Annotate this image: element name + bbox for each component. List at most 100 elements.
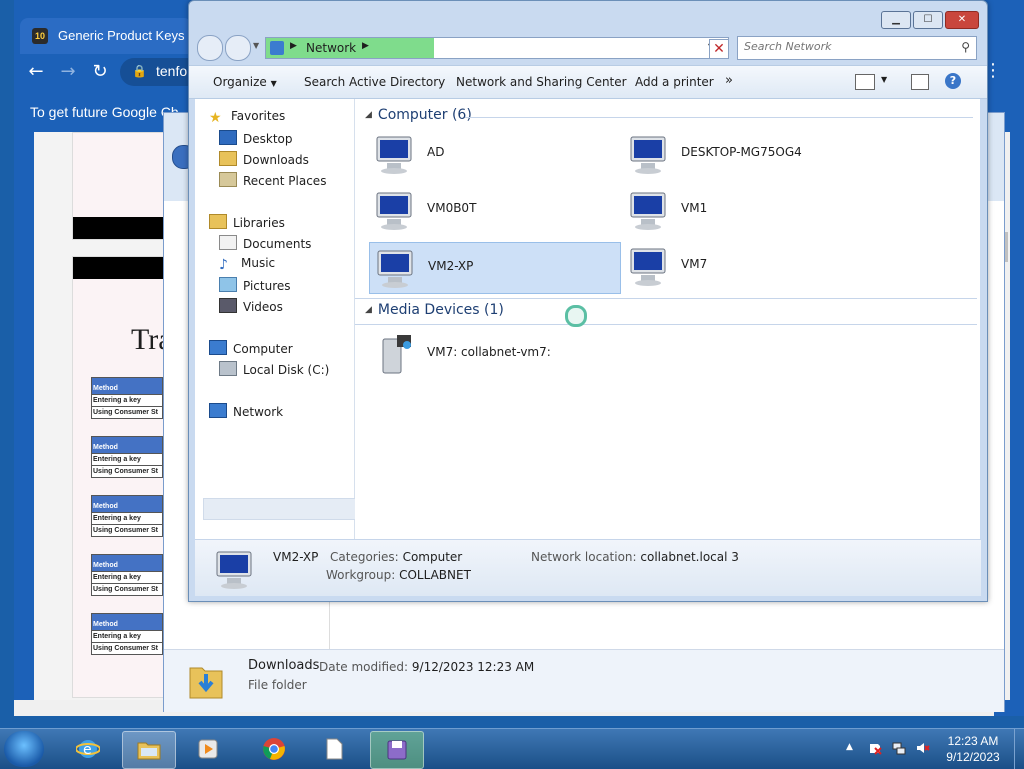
search-box[interactable]: ⚲ bbox=[737, 36, 977, 60]
nav-recent-places[interactable]: Recent Places bbox=[219, 172, 326, 188]
nav-libraries[interactable]: Libraries bbox=[209, 214, 285, 230]
computer-name: VM2-XP bbox=[428, 259, 474, 273]
videos-icon bbox=[219, 298, 237, 313]
taskbar-media-player[interactable] bbox=[182, 731, 234, 767]
recent-places-icon bbox=[219, 172, 237, 187]
breadcrumb-arrow-icon[interactable]: ▶ bbox=[290, 41, 297, 51]
doc-table: Method Entering a key Using Consumer St bbox=[91, 377, 163, 419]
date-modified: Date modified: 9/12/2023 12:23 AM bbox=[319, 660, 535, 674]
selected-item-name: Downloads bbox=[248, 658, 320, 673]
pictures-icon bbox=[219, 277, 237, 292]
search-input[interactable] bbox=[744, 40, 944, 53]
folder-icon bbox=[137, 742, 161, 760]
desktop-icon bbox=[219, 130, 237, 145]
volume-muted-icon[interactable] bbox=[916, 741, 930, 755]
content-pane: ◢ Computer (6) AD DESKTOP-MG75OG4 VM0B0T … bbox=[355, 99, 980, 539]
taskbar-chrome[interactable] bbox=[248, 731, 300, 767]
drive-icon bbox=[219, 361, 237, 376]
media-device-icon[interactable] bbox=[377, 333, 417, 377]
action-center-icon[interactable] bbox=[868, 741, 882, 755]
search-active-directory-button[interactable]: Search Active Directory bbox=[304, 75, 445, 89]
computer-item[interactable]: VM0B0T bbox=[369, 185, 619, 235]
group-header-computer[interactable]: ◢ Computer (6) bbox=[365, 107, 472, 123]
address-bar[interactable]: ▶ Network ▶ ▼ bbox=[265, 37, 729, 59]
network-tray-icon[interactable] bbox=[892, 741, 906, 755]
recent-pages-dropdown-icon[interactable]: ▼ bbox=[253, 41, 259, 50]
computer-name: VM7 bbox=[681, 257, 708, 271]
group-header-media[interactable]: ◢ Media Devices (1) bbox=[365, 302, 504, 318]
clock-time: 12:23 AM bbox=[947, 734, 999, 748]
workgroup-field: Workgroup: COLLABNET bbox=[326, 568, 471, 582]
nav-desktop[interactable]: Desktop bbox=[219, 130, 293, 146]
doc-table: Method Entering a key Using Consumer St bbox=[91, 554, 163, 596]
forward-arrow-icon[interactable]: → bbox=[58, 62, 78, 82]
taskbar-app[interactable] bbox=[370, 731, 424, 769]
nav-computer[interactable]: Computer bbox=[209, 340, 293, 356]
minimize-button[interactable]: ▁ bbox=[881, 11, 911, 29]
nav-favorites[interactable]: ★ Favorites bbox=[209, 109, 285, 125]
close-button[interactable]: ✕ bbox=[945, 11, 979, 29]
doc-table: Method Entering a key Using Consumer St bbox=[91, 436, 163, 478]
computer-item[interactable]: AD bbox=[369, 129, 619, 179]
nav-videos[interactable]: Videos bbox=[219, 298, 283, 314]
svg-text:e: e bbox=[83, 742, 92, 758]
reload-icon[interactable]: ↻ bbox=[90, 62, 110, 82]
help-icon[interactable]: ? bbox=[945, 73, 961, 89]
computer-icon bbox=[216, 551, 252, 589]
computer-name: VM1 bbox=[681, 201, 708, 215]
show-desktop-button[interactable] bbox=[1014, 729, 1024, 769]
forward-button[interactable] bbox=[225, 35, 251, 61]
collapse-icon[interactable]: ◢ bbox=[365, 110, 372, 120]
nav-downloads[interactable]: Downloads bbox=[219, 151, 309, 167]
command-bar: Organize ▼ Search Active Directory Netwo… bbox=[189, 65, 987, 99]
back-button[interactable] bbox=[197, 35, 223, 61]
media-device-name[interactable]: VM7: collabnet-vm7: bbox=[427, 345, 551, 359]
details-pane: Downloads Date modified: 9/12/2023 12:23… bbox=[164, 649, 1004, 712]
taskbar-windows-explorer[interactable] bbox=[122, 731, 176, 769]
downloads-folder-icon bbox=[219, 151, 237, 166]
taskbar: e ▲ 12:23 AM 9/12/2023 bbox=[0, 728, 1024, 769]
back-arrow-icon[interactable]: ← bbox=[26, 62, 46, 82]
search-icon[interactable]: ⚲ bbox=[961, 40, 970, 54]
lock-icon: 🔒 bbox=[132, 64, 147, 78]
organize-button[interactable]: Organize ▼ bbox=[213, 75, 277, 89]
browser-tab[interactable]: 10 Generic Product Keys to bbox=[20, 18, 199, 54]
folder-download-icon bbox=[189, 667, 223, 699]
network-explorer-window: ▁ ☐ ✕ ▼ ▶ Network ▶ ▼ ✕ ⚲ Organize ▼ Sea… bbox=[188, 0, 988, 602]
tab-favicon-icon: 10 bbox=[32, 28, 48, 44]
show-hidden-icons-icon[interactable]: ▲ bbox=[846, 742, 853, 752]
busy-cursor-icon bbox=[565, 305, 587, 327]
network-icon bbox=[209, 403, 227, 418]
infobar-text: To get future Google Ch bbox=[30, 104, 179, 120]
nav-music[interactable]: ♪ Music bbox=[219, 256, 275, 272]
computer-item[interactable]: VM1 bbox=[623, 185, 873, 235]
music-icon: ♪ bbox=[219, 257, 228, 273]
computer-item-selected[interactable]: VM2-XP bbox=[369, 242, 621, 294]
more-commands-button[interactable]: » bbox=[725, 73, 733, 88]
libraries-icon bbox=[209, 214, 227, 229]
breadcrumb-arrow-icon[interactable]: ▶ bbox=[362, 41, 369, 51]
view-dropdown-icon[interactable]: ▼ bbox=[881, 75, 887, 84]
computer-item[interactable]: DESKTOP-MG75OG4 bbox=[623, 129, 873, 179]
network-icon bbox=[270, 41, 284, 55]
collapse-icon[interactable]: ◢ bbox=[365, 305, 372, 315]
computer-icon bbox=[209, 340, 227, 355]
nav-network[interactable]: Network bbox=[209, 403, 283, 419]
taskbar-internet-explorer[interactable]: e bbox=[62, 731, 114, 767]
add-printer-button[interactable]: Add a printer bbox=[635, 75, 714, 89]
taskbar-document[interactable] bbox=[308, 731, 360, 767]
system-clock[interactable]: 12:23 AM 9/12/2023 bbox=[940, 733, 1006, 765]
nav-pictures[interactable]: Pictures bbox=[219, 277, 291, 293]
breadcrumb-network[interactable]: Network bbox=[306, 41, 356, 55]
start-button[interactable] bbox=[4, 731, 44, 767]
nav-local-disk[interactable]: Local Disk (C:) bbox=[219, 361, 329, 377]
change-view-icon[interactable] bbox=[855, 74, 875, 90]
computer-name: VM0B0T bbox=[427, 201, 477, 215]
nav-selection-highlight bbox=[203, 498, 360, 520]
preview-pane-icon[interactable] bbox=[911, 74, 929, 90]
stop-icon[interactable]: ✕ bbox=[709, 39, 729, 59]
nav-documents[interactable]: Documents bbox=[219, 235, 311, 251]
maximize-button[interactable]: ☐ bbox=[913, 11, 943, 29]
computer-item[interactable]: VM7 bbox=[623, 241, 873, 291]
network-sharing-center-button[interactable]: Network and Sharing Center bbox=[456, 75, 627, 89]
